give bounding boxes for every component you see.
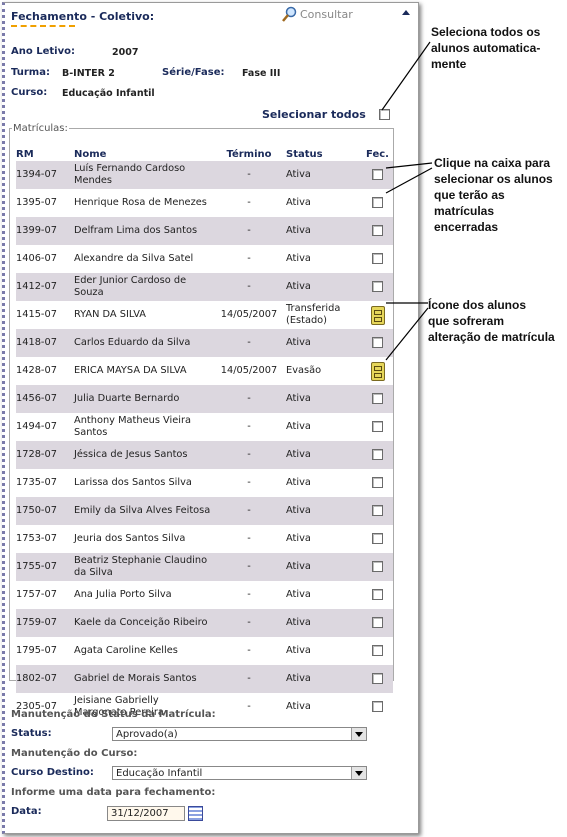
annotation-select-all: Seleciona todos os alunos automatica- me… — [431, 25, 541, 71]
annotation-lines — [381, 41, 433, 361]
annotation-checkbox: Clique na caixa para selecionar os aluno… — [434, 156, 553, 234]
annotation-cabinet-icon: Ícone dos alunos que sofreram alteração … — [428, 298, 555, 344]
